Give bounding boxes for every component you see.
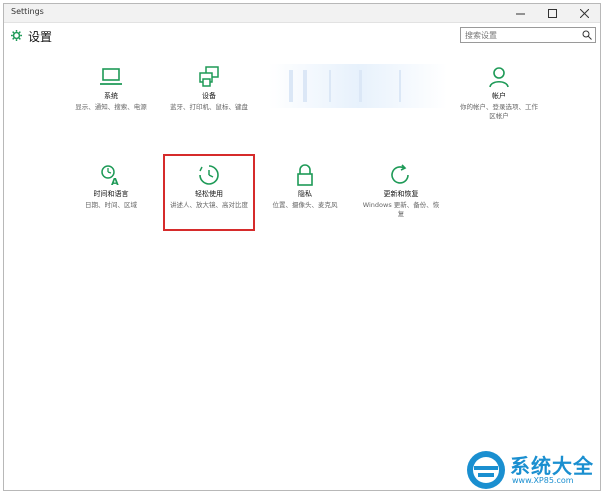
minimize-button[interactable] [504,4,536,22]
devices-icon [199,66,219,87]
window-title: Settings [11,7,44,16]
settings-window: Settings 设置 搜索设置 系统 显示、通知、搜索、电源 设备 蓝牙、打印… [3,3,601,491]
minimize-icon [515,13,525,14]
highlight-box [163,154,255,231]
tile-description: Windows 更新、备份、恢复 [362,201,440,218]
tile-label: 更新和恢复 [383,190,419,198]
tile-description: 日期、时间、区域 [85,201,137,209]
refresh-icon [391,164,409,184]
tile-description: 你的帐户、登录选项、工作区帐户 [460,103,538,120]
tile-accounts[interactable]: 帐户 你的帐户、登录选项、工作区帐户 [454,66,544,121]
search-input[interactable] [460,27,596,43]
tile-description: 显示、通知、搜索、电源 [75,103,147,111]
tile-label: 时间和语言 [93,190,129,198]
settings-header: 设置 [4,23,600,49]
lock-icon [297,164,313,186]
gear-icon [11,30,22,41]
tile-label: 系统 [104,92,118,100]
title-bar[interactable]: Settings [4,4,600,23]
tile-update-recovery[interactable]: 更新和恢复 Windows 更新、备份、恢复 [356,164,446,219]
tile-description: 蓝牙、打印机、鼠标、键盘 [170,103,248,111]
blurred-region [269,64,447,108]
close-icon [579,8,589,18]
page-title: 设置 [28,30,53,44]
tile-label: 设备 [202,92,216,100]
tile-system[interactable]: 系统 显示、通知、搜索、电源 [66,66,156,112]
person-icon [489,67,509,88]
tile-devices[interactable]: 设备 蓝牙、打印机、鼠标、键盘 [164,66,254,112]
maximize-icon [547,8,557,18]
laptop-icon [100,68,122,85]
close-button[interactable] [568,4,600,22]
tile-label: 隐私 [298,190,312,198]
maximize-button[interactable] [536,4,568,22]
watermark-logo-icon [467,451,505,489]
watermark-url: www.XP85.com [512,476,574,485]
watermark-title: 系统大全 [510,454,594,478]
svg-text:A: A [111,177,119,186]
search-icon[interactable] [582,30,592,40]
tile-privacy[interactable]: 隐私 位置、摄像头、麦克风 [260,164,350,210]
tile-description: 位置、摄像头、麦克风 [272,201,338,209]
time-language-icon: A [101,165,119,186]
tile-label: 帐户 [492,92,506,100]
watermark: 系统大全 www.XP85.com [466,448,601,490]
tile-time-language[interactable]: A 时间和语言 日期、时间、区域 [66,164,156,210]
window-controls [504,4,600,22]
